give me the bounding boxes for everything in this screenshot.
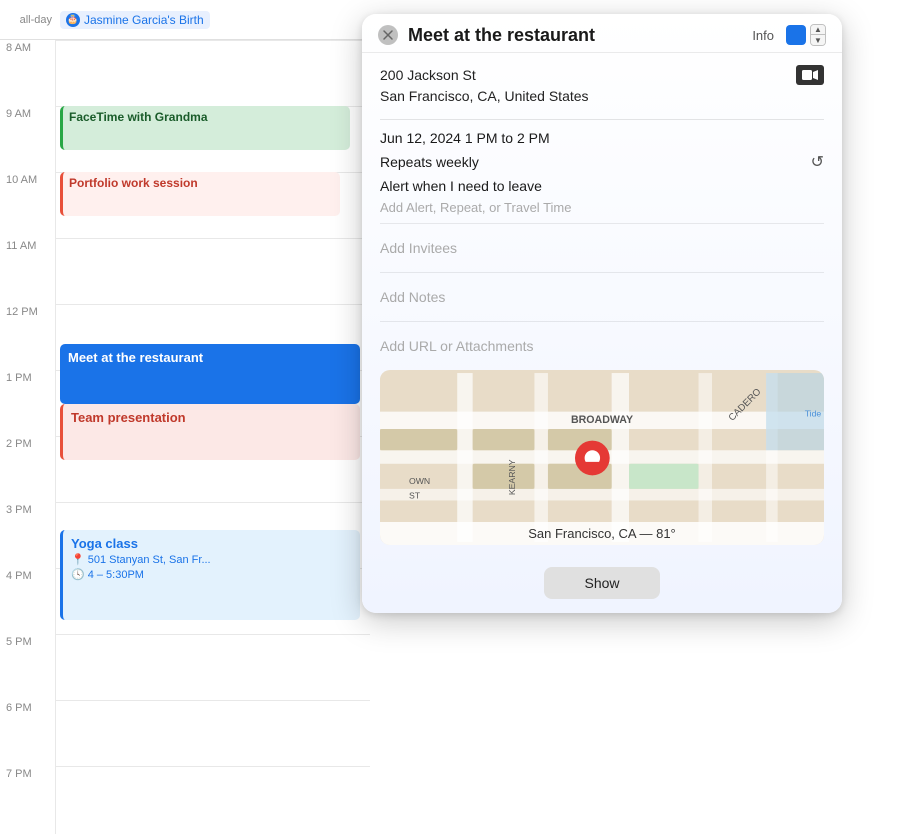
portfolio-event[interactable]: Portfolio work session (60, 172, 340, 216)
svg-text:OWN: OWN (409, 476, 430, 486)
time-9am: 9 AM (6, 108, 31, 120)
facetime-event[interactable]: FaceTime with Grandma (60, 106, 350, 150)
show-button-row: Show (362, 557, 842, 613)
time-2pm: 2 PM (6, 438, 32, 450)
time-8am: 8 AM (6, 42, 31, 54)
repeat-text: Repeats weekly (380, 154, 479, 170)
birthday-icon: 🎂 (66, 13, 80, 27)
time-5pm: 5 PM (6, 636, 32, 648)
portfolio-event-title: Portfolio work session (69, 176, 198, 190)
video-icon[interactable] (796, 65, 824, 85)
time-11am: 11 AM (6, 240, 36, 252)
add-invitees-field[interactable]: Add Invitees (380, 232, 824, 264)
all-day-event-title: Jasmine Garcia's Birth (84, 13, 204, 27)
section-divider-3 (380, 321, 824, 322)
calendar-color-square (786, 25, 806, 45)
time-3pm: 3 PM (6, 504, 32, 516)
restaurant-event[interactable]: Meet at the restaurant (60, 344, 360, 404)
svg-text:KEARNY: KEARNY (507, 459, 517, 495)
yoga-time: 4 – 5:30PM (88, 569, 144, 581)
section-divider-2 (380, 272, 824, 273)
all-day-row: all-day 🎂 Jasmine Garcia's Birth (0, 0, 370, 40)
map-label: San Francisco, CA — 81° (380, 522, 824, 545)
add-notes-field[interactable]: Add Notes (380, 281, 824, 313)
location-line2: San Francisco, CA, United States (380, 86, 589, 107)
svg-text:BROADWAY: BROADWAY (571, 414, 633, 426)
popup-body: 200 Jackson St San Francisco, CA, United… (362, 53, 842, 557)
time-7pm: 7 PM (6, 768, 32, 780)
stepper[interactable]: ▲ ▼ (810, 24, 826, 46)
section-divider-1 (380, 223, 824, 224)
stepper-down[interactable]: ▼ (811, 35, 825, 45)
svg-text:ST: ST (409, 491, 421, 501)
location-text: 200 Jackson St San Francisco, CA, United… (380, 65, 589, 107)
location-icon: 📍 (71, 553, 85, 566)
clock-icon: 🕓 (71, 568, 85, 581)
all-day-label: all-day (0, 14, 60, 26)
map-container[interactable]: BROADWAY CADERO KEARNY OWN ST Tide San F… (380, 370, 824, 545)
team-event[interactable]: Team presentation (60, 404, 360, 460)
close-button[interactable] (378, 25, 398, 45)
repeat-row: Repeats weekly ↺ (380, 152, 824, 172)
date-time-row: Jun 12, 2024 1 PM to 2 PM (380, 130, 824, 146)
yoga-event-title: Yoga class (71, 536, 352, 551)
stepper-up[interactable]: ▲ (811, 25, 825, 35)
yoga-time-row: 🕓 4 – 5:30PM (71, 568, 352, 581)
facetime-event-title: FaceTime with Grandma (69, 110, 208, 124)
add-alert-field[interactable]: Add Alert, Repeat, or Travel Time (380, 200, 824, 215)
add-url-field[interactable]: Add URL or Attachments (380, 330, 824, 362)
location-row: 200 Jackson St San Francisco, CA, United… (380, 65, 824, 107)
team-event-title: Team presentation (71, 410, 186, 425)
info-popup: Meet at the restaurant Info ▲ ▼ 200 Jack… (362, 14, 842, 613)
yoga-location-row: 📍 501 Stanyan St, San Fr... (71, 553, 352, 566)
time-4pm: 4 PM (6, 570, 32, 582)
svg-text:Tide: Tide (805, 408, 822, 418)
popup-header: Meet at the restaurant Info ▲ ▼ (362, 14, 842, 53)
show-button[interactable]: Show (544, 567, 659, 599)
popup-title: Meet at the restaurant (408, 25, 752, 46)
yoga-location: 501 Stanyan St, San Fr... (88, 554, 211, 566)
time-10am: 10 AM (6, 174, 37, 186)
calendar-color-picker[interactable]: ▲ ▼ (786, 24, 826, 46)
time-6pm: 6 PM (6, 702, 32, 714)
all-day-event[interactable]: 🎂 Jasmine Garcia's Birth (60, 11, 210, 29)
info-label: Info (752, 28, 774, 43)
repeat-icon: ↺ (811, 152, 824, 172)
time-1pm: 1 PM (6, 372, 32, 384)
location-line1: 200 Jackson St (380, 65, 589, 86)
time-12pm: 12 PM (6, 306, 38, 318)
alert-row: Alert when I need to leave (380, 178, 824, 194)
yoga-event[interactable]: Yoga class 📍 501 Stanyan St, San Fr... 🕓… (60, 530, 360, 620)
restaurant-event-title: Meet at the restaurant (68, 350, 203, 365)
divider-1 (380, 119, 824, 120)
